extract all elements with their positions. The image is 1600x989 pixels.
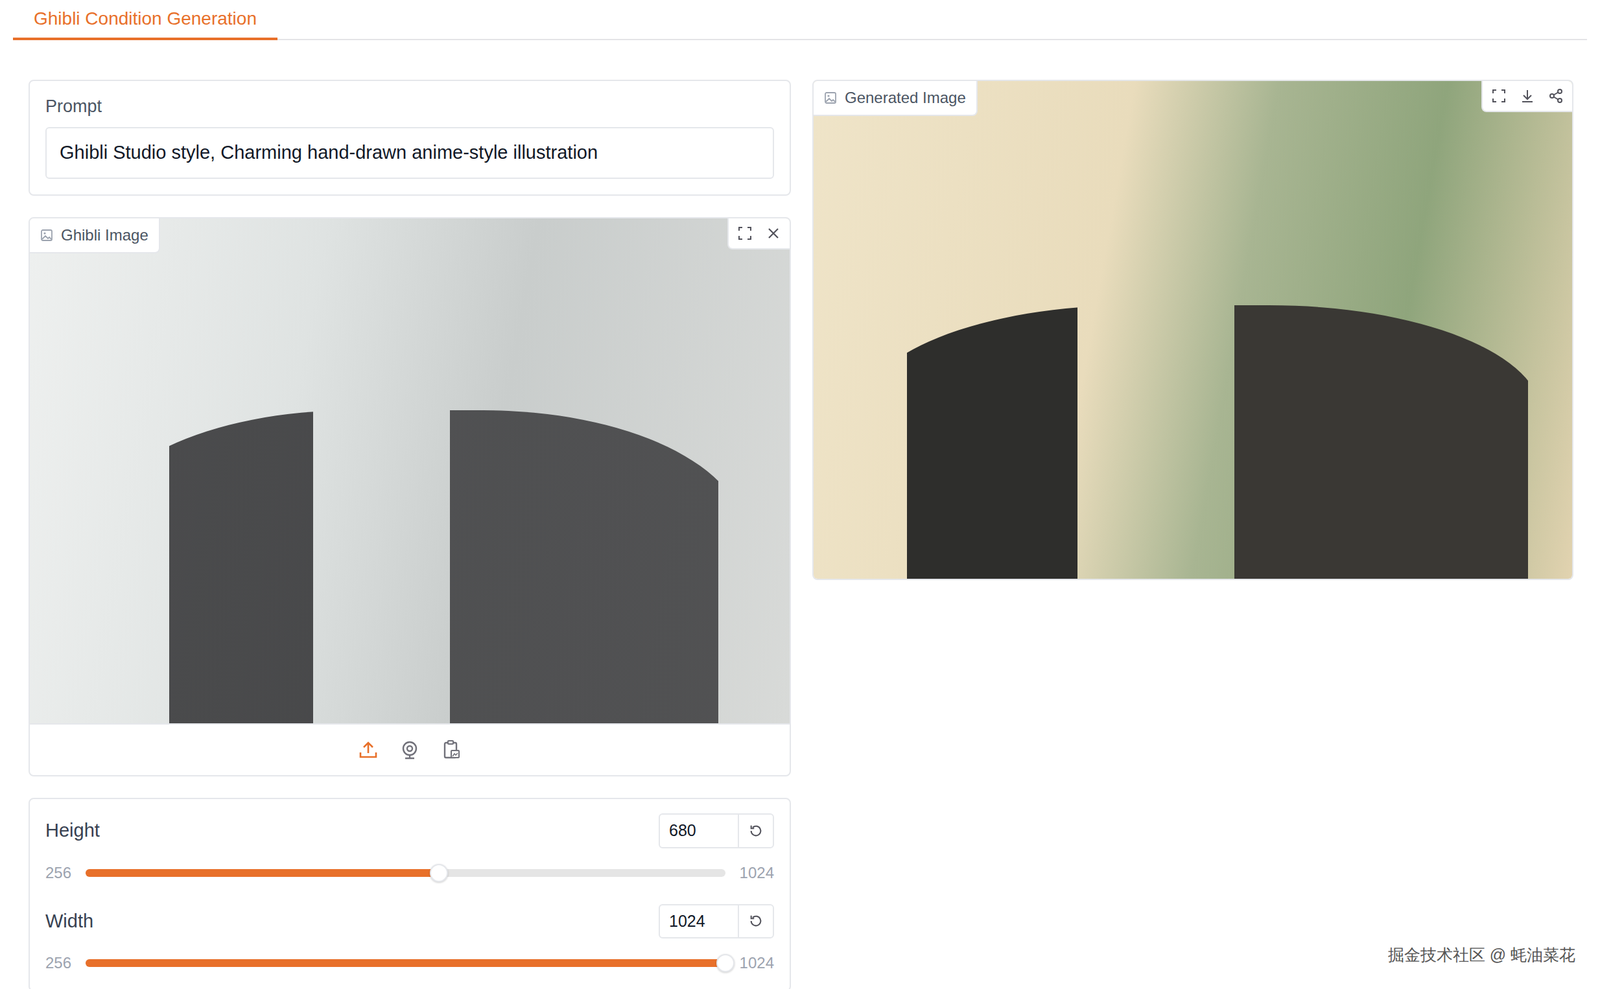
image-source-toolbar	[29, 723, 790, 776]
reset-icon[interactable]	[739, 814, 773, 848]
output-image-badge: Generated Image	[813, 81, 978, 117]
number-field: 680	[658, 813, 775, 849]
slider-thumb[interactable]	[716, 954, 735, 973]
slider-label: Height	[45, 816, 100, 846]
generated-photo	[813, 81, 1573, 579]
image-icon	[40, 228, 54, 242]
slider-fill	[85, 959, 726, 968]
slider-track[interactable]	[85, 869, 726, 878]
upload-icon[interactable]	[354, 736, 382, 764]
share-icon[interactable]	[1543, 83, 1569, 109]
fullscreen-icon[interactable]	[732, 221, 758, 246]
input-photo	[29, 218, 790, 724]
input-image-badge: Ghibli Image	[29, 218, 161, 254]
slider-header: Height 680	[45, 813, 775, 849]
clipboard-icon[interactable]	[437, 736, 465, 764]
output-image-actions	[1481, 81, 1573, 113]
reset-icon[interactable]	[739, 905, 773, 939]
slider-min: 256	[45, 861, 72, 885]
number-input[interactable]: 680	[659, 814, 740, 848]
slider-fill	[85, 869, 439, 878]
slider-min: 256	[45, 951, 72, 976]
slider-max: 1024	[739, 951, 775, 976]
output-image-block: Generated Image	[812, 79, 1574, 581]
close-icon[interactable]	[761, 221, 786, 246]
image-icon	[823, 91, 837, 105]
input-image-actions	[727, 218, 790, 250]
number-field: 1024	[658, 904, 775, 940]
download-icon[interactable]	[1515, 83, 1540, 109]
number-input[interactable]: 1024	[659, 905, 740, 939]
slider-row: 256 1024	[45, 951, 775, 976]
slider-row: 256 1024	[45, 861, 775, 885]
slider-max: 1024	[739, 861, 775, 885]
watermark: 掘金技术社区 @ 蚝油菜花	[1388, 943, 1576, 968]
slider-thumb[interactable]	[429, 864, 448, 883]
slider-header: Width 1024	[45, 904, 775, 940]
tab-bar: Ghibli Condition Generation	[12, 0, 1588, 41]
webcam-icon[interactable]	[396, 736, 424, 764]
slider-track[interactable]	[85, 959, 726, 968]
tab[interactable]: Ghibli Condition Generation	[12, 0, 278, 41]
input-image-label: Ghibli Image	[60, 223, 149, 248]
prompt-input[interactable]	[45, 127, 775, 179]
prompt-label: Prompt	[45, 95, 775, 118]
fullscreen-icon[interactable]	[1486, 83, 1512, 109]
prompt-block: Prompt	[28, 79, 791, 196]
input-image-block: Ghibli Image	[28, 217, 791, 777]
slider-label: Width	[45, 907, 94, 937]
size-settings-block: Height 680 256 1024 Width 1024 256 1024	[28, 798, 791, 989]
output-image-label: Generated Image	[844, 86, 966, 110]
